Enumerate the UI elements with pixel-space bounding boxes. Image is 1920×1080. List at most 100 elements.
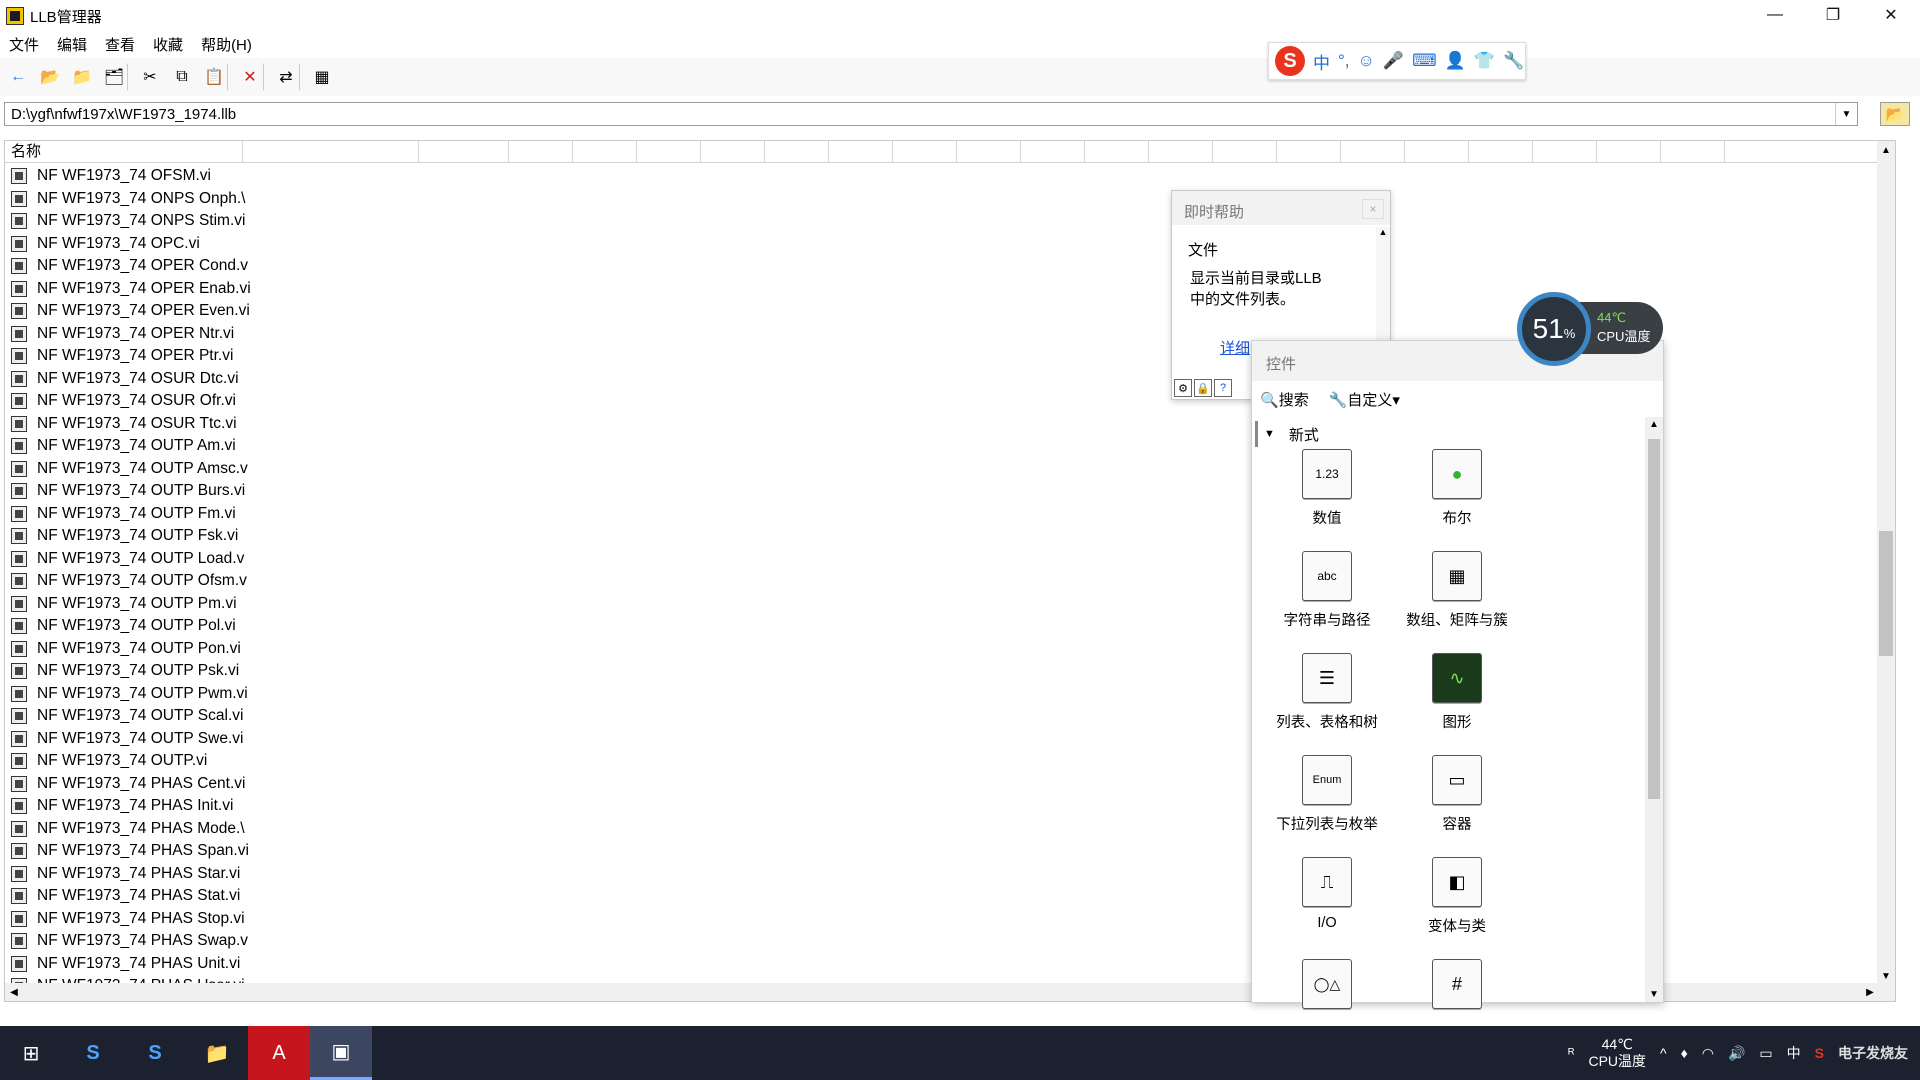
llb-manager-task-icon[interactable]: ▣ <box>310 1026 372 1080</box>
show-optional-icon[interactable]: ⚙ <box>1174 379 1192 397</box>
list-item[interactable]: NF WF1973_74 PHAS Star.vi <box>5 863 1185 886</box>
list-item[interactable]: NF WF1973_74 OSUR Ttc.vi <box>5 413 1185 436</box>
list-item[interactable]: NF WF1973_74 PHAS Span.vi <box>5 840 1185 863</box>
ime-indicator[interactable]: 中 <box>1787 1043 1801 1063</box>
list-item[interactable]: NF WF1973_74 OUTP Am.vi <box>5 435 1185 458</box>
list-item[interactable]: NF WF1973_74 OSUR Ofr.vi <box>5 390 1185 413</box>
battery-icon[interactable]: ▭ <box>1759 1045 1772 1062</box>
palette-customize-button[interactable]: 🔧自定义▾ <box>1329 389 1400 410</box>
list-item[interactable]: NF WF1973_74 OPER Enab.vi <box>5 278 1185 301</box>
palette-ring-enum[interactable]: Enum 下拉列表与枚举 <box>1262 755 1392 837</box>
scroll-right-icon[interactable]: ▶ <box>1861 983 1879 1001</box>
column-header[interactable] <box>419 141 509 163</box>
list-item[interactable]: NF WF1973_74 OUTP Swe.vi <box>5 728 1185 751</box>
list-item[interactable]: NF WF1973_74 OUTP Scal.vi <box>5 705 1185 728</box>
column-header[interactable] <box>765 141 829 163</box>
list-item[interactable]: NF WF1973_74 OPER Ntr.vi <box>5 323 1185 346</box>
column-header[interactable] <box>1533 141 1597 163</box>
restore-button[interactable]: ❐ <box>1804 0 1862 30</box>
list-item[interactable]: NF WF1973_74 PHAS Mode.\ <box>5 818 1185 841</box>
palette-io[interactable]: ⎍ I/O <box>1262 857 1392 939</box>
help-more-link[interactable]: 详细 <box>1220 337 1250 358</box>
list-item[interactable]: NF WF1973_74 PHAS Init.vi <box>5 795 1185 818</box>
wifi-icon[interactable]: ◠ <box>1702 1045 1714 1062</box>
sogou-tray-icon[interactable]: S <box>1815 1045 1824 1061</box>
menu-file[interactable]: 文件 <box>0 34 48 55</box>
list-item[interactable]: NF WF1973_74 OFSM.vi <box>5 165 1185 188</box>
column-header[interactable] <box>1021 141 1085 163</box>
palette-string-path[interactable]: abc 字符串与路径 <box>1262 551 1392 633</box>
volume-icon[interactable]: 🔊 <box>1728 1045 1745 1062</box>
list-item[interactable]: NF WF1973_74 OUTP Amsc.v <box>5 458 1185 481</box>
palette-array-cluster[interactable]: ▦ 数组、矩阵与簇 <box>1392 551 1522 633</box>
list-item[interactable]: NF WF1973_74 OPER Ptr.vi <box>5 345 1185 368</box>
palette-numeric[interactable]: 1.23 数值 <box>1262 449 1392 531</box>
acrobat-icon[interactable]: A <box>248 1026 310 1080</box>
properties-icon[interactable]: ▦ <box>308 63 336 91</box>
column-header[interactable] <box>1341 141 1405 163</box>
lock-icon[interactable]: 🔒 <box>1194 379 1212 397</box>
list-item[interactable]: NF WF1973_74 PHAS Cent.vi <box>5 773 1185 796</box>
emoji-icon[interactable]: ☺ <box>1358 51 1375 71</box>
sogou-logo-icon[interactable]: S <box>1275 46 1305 76</box>
list-item[interactable]: NF WF1973_74 OPC.vi <box>5 233 1185 256</box>
list-item[interactable]: NF WF1973_74 OUTP Pol.vi <box>5 615 1185 638</box>
file-explorer-icon[interactable]: 📁 <box>186 1026 248 1080</box>
list-item[interactable]: NF WF1973_74 OUTP Psk.vi <box>5 660 1185 683</box>
path-input[interactable]: D:\ygf\nfwf197x\WF1973_1974.llb ▼ <box>4 102 1858 126</box>
minimize-button[interactable]: — <box>1746 0 1804 30</box>
punctuation-icon[interactable]: °, <box>1338 51 1350 71</box>
column-header[interactable] <box>1661 141 1725 163</box>
column-name-header[interactable]: 名称 <box>5 141 243 163</box>
palette-graph[interactable]: ∿ 图形 <box>1392 653 1522 735</box>
palette-variant-class[interactable]: ◧ 变体与类 <box>1392 857 1522 939</box>
scroll-left-icon[interactable]: ◀ <box>5 983 23 1001</box>
paste-icon[interactable]: 📋 <box>200 63 228 91</box>
palette-list-table-tree[interactable]: ☰ 列表、表格和树 <box>1262 653 1392 735</box>
people-icon[interactable]: ᴿ <box>1568 1045 1574 1061</box>
tray-cpu-temp[interactable]: 44℃ CPU温度 <box>1588 1036 1646 1070</box>
list-item[interactable]: NF WF1973_74 PHAS Swap.v <box>5 930 1185 953</box>
column-header[interactable] <box>637 141 701 163</box>
column-header[interactable] <box>1149 141 1213 163</box>
scroll-down-icon[interactable]: ▼ <box>1877 967 1895 985</box>
column-header[interactable] <box>1469 141 1533 163</box>
list-item[interactable]: NF WF1973_74 OUTP Pm.vi <box>5 593 1185 616</box>
move-icon[interactable]: ⇄ <box>272 63 300 91</box>
palette-scroll-up-icon[interactable]: ▲ <box>1649 419 1659 430</box>
back-icon[interactable]: ← <box>4 63 32 91</box>
collapse-triangle-icon[interactable]: ▼ <box>1264 428 1275 440</box>
cut-icon[interactable]: ✂ <box>136 63 164 91</box>
copy-icon[interactable]: ⧉ <box>168 63 196 91</box>
browser-icon[interactable]: S <box>124 1026 186 1080</box>
column-header[interactable] <box>893 141 957 163</box>
column-header[interactable] <box>1213 141 1277 163</box>
column-header[interactable] <box>509 141 573 163</box>
list-item[interactable]: NF WF1973_74 OUTP.vi <box>5 750 1185 773</box>
palette-scrollbar[interactable]: ▲ ▼ <box>1645 417 1663 1002</box>
list-item[interactable]: NF WF1973_74 OPER Cond.v <box>5 255 1185 278</box>
list-item[interactable]: NF WF1973_74 PHAS Stop.vi <box>5 908 1185 931</box>
list-item[interactable]: NF WF1973_74 OUTP Fm.vi <box>5 503 1185 526</box>
column-header[interactable] <box>243 141 419 163</box>
list-item[interactable]: NF WF1973_74 OUTP Pwm.vi <box>5 683 1185 706</box>
column-header[interactable] <box>1405 141 1469 163</box>
tray-expand-icon[interactable]: ^ <box>1660 1045 1667 1061</box>
list-item[interactable]: NF WF1973_74 OUTP Fsk.vi <box>5 525 1185 548</box>
list-item[interactable]: NF WF1973_74 OSUR Dtc.vi <box>5 368 1185 391</box>
menu-view[interactable]: 查看 <box>96 34 144 55</box>
open-folder-icon[interactable]: 📂 <box>36 63 64 91</box>
list-item[interactable]: NF WF1973_74 PHAS Unit.vi <box>5 953 1185 976</box>
list-item[interactable]: NF WF1973_74 OUTP Load.v <box>5 548 1185 571</box>
column-header[interactable] <box>1597 141 1661 163</box>
list-item[interactable]: NF WF1973_74 OPER Even.vi <box>5 300 1185 323</box>
list-item[interactable]: NF WF1973_74 OUTP Ofsm.v <box>5 570 1185 593</box>
delete-icon[interactable]: ✕ <box>236 63 264 91</box>
menu-favorites[interactable]: 收藏 <box>144 34 192 55</box>
list-item[interactable]: NF WF1973_74 PHAS Stat.vi <box>5 885 1185 908</box>
cpu-widget[interactable]: 44℃ CPU温度 51% <box>1517 292 1663 366</box>
chevron-down-icon[interactable]: ▼ <box>1835 103 1857 125</box>
keyboard-icon[interactable]: ⌨ <box>1412 51 1437 71</box>
vertical-scrollbar[interactable]: ▲ ▼ <box>1877 141 1895 1001</box>
list-item[interactable]: NF WF1973_74 ONPS Stim.vi <box>5 210 1185 233</box>
